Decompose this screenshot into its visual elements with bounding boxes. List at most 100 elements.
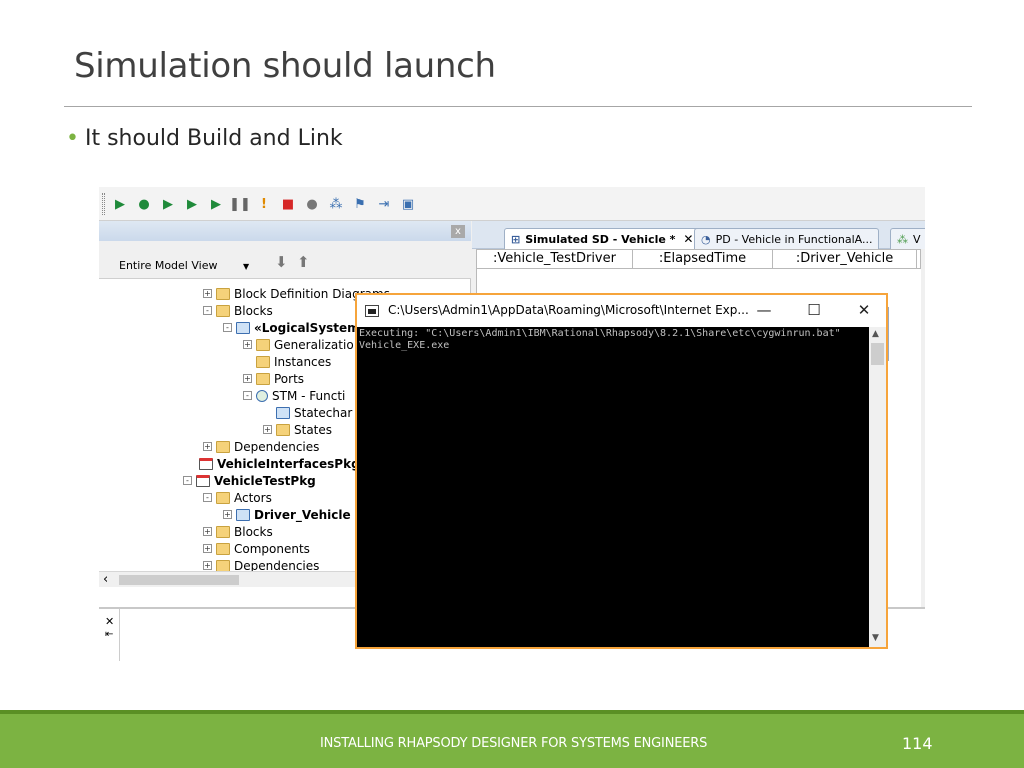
maximize-button[interactable]: ☐ — [799, 299, 829, 321]
footer-divider — [0, 710, 1024, 714]
lifeline-elapsed-time[interactable]: :ElapsedTime — [633, 250, 773, 268]
browser-view-bar: Entire Model View ▼ ⬇ ⬆ — [99, 241, 471, 279]
diagram-icon: ⁂ — [897, 232, 908, 246]
tree-item-label: Driver_Vehicle — [254, 507, 351, 522]
tree-item[interactable]: + Blocks — [203, 523, 273, 540]
expander[interactable]: - — [203, 306, 212, 315]
tree-item[interactable]: + Components — [203, 540, 310, 557]
arrow-down-icon[interactable]: ⬇ — [275, 253, 288, 271]
chevron-down-icon[interactable]: ▼ — [243, 262, 249, 271]
tree-item[interactable]: - STM - Functi — [243, 387, 345, 404]
close-icon[interactable]: x — [451, 225, 465, 238]
close-button[interactable]: ✕ — [849, 299, 879, 321]
vertical-scrollbar[interactable]: ▲ ▼ — [869, 327, 886, 647]
tree-item[interactable]: + Ports — [243, 370, 304, 387]
expander[interactable]: - — [183, 476, 192, 485]
minimize-button[interactable]: — — [749, 299, 779, 321]
statechart-icon — [256, 389, 268, 402]
tab-third[interactable]: ⁂ V — [890, 228, 925, 249]
watch-icon[interactable]: ⇥ — [375, 195, 393, 213]
console-window: C:\Users\Admin1\AppData\Roaming\Microsof… — [355, 293, 888, 649]
scroll-thumb[interactable] — [119, 575, 239, 585]
tab-panel-diagram[interactable]: ◔ PD - Vehicle in FunctionalA... — [694, 228, 880, 249]
expander[interactable]: + — [203, 544, 212, 553]
slide-footer: INSTALLING RHAPSODY DESIGNER FOR SYSTEMS… — [0, 710, 1024, 768]
tree-item[interactable]: Instances — [256, 353, 331, 370]
console-title: C:\Users\Admin1\AppData\Roaming\Microsof… — [388, 303, 749, 317]
lifeline-vehicle-testdriver[interactable]: :Vehicle_TestDriver — [477, 250, 633, 268]
expander[interactable]: - — [223, 323, 232, 332]
event-generator-icon[interactable]: ⁂ — [327, 195, 345, 213]
folder-icon — [216, 525, 230, 538]
folder-icon — [256, 355, 270, 368]
go-event-icon[interactable]: ▶ — [207, 195, 225, 213]
panel-divider — [119, 609, 120, 661]
folder-icon — [216, 559, 230, 571]
console-titlebar[interactable]: C:\Users\Admin1\AppData\Roaming\Microsof… — [357, 295, 886, 327]
expander[interactable]: - — [243, 391, 252, 400]
arrow-up-icon[interactable]: ⬆ — [297, 253, 310, 271]
tree-item[interactable]: Statechar — [276, 404, 352, 421]
call-operations-icon[interactable]: ⚑ — [351, 195, 369, 213]
tree-item[interactable]: - Actors — [203, 489, 272, 506]
expander[interactable]: + — [243, 340, 252, 349]
tree-item[interactable]: - «LogicalSystem — [223, 319, 360, 336]
sequence-diagram-icon: ⊞ — [511, 232, 521, 246]
go-icon[interactable]: ● — [135, 195, 153, 213]
close-icon[interactable]: ✕ — [105, 615, 114, 628]
tab-label: Simulated SD - Vehicle * — [525, 232, 676, 246]
bullet-text: It should Build and Link — [84, 126, 343, 151]
tree-item-label: Components — [234, 541, 310, 556]
package-icon — [196, 474, 210, 487]
expander[interactable]: + — [263, 425, 272, 434]
tree-item[interactable]: + Dependencies — [203, 557, 319, 571]
expander[interactable]: + — [223, 510, 232, 519]
tree-item-label: VehicleTestPkg — [214, 473, 316, 488]
tree-item-label: Instances — [274, 354, 332, 369]
tree-item-label: Generalizatio — [274, 337, 354, 352]
tree-item[interactable]: + Driver_Vehicle — [223, 506, 351, 523]
expander[interactable]: + — [243, 374, 252, 383]
browser-header: x — [99, 221, 471, 241]
command-prompt-icon[interactable]: ! — [255, 195, 273, 213]
expander[interactable]: + — [203, 289, 212, 298]
folder-icon — [216, 304, 230, 317]
animation-breakpoints-icon[interactable]: ● — [303, 195, 321, 213]
folder-icon — [216, 440, 230, 453]
chevron-up-icon[interactable]: ▲ — [872, 329, 879, 339]
expander[interactable]: - — [203, 493, 212, 502]
folder-icon — [216, 287, 230, 300]
tree-item-label: Ports — [274, 371, 305, 386]
pause-icon[interactable]: ❚❚ — [229, 195, 251, 213]
view-selector[interactable]: Entire Model View — [103, 257, 255, 275]
run-to-end-icon[interactable]: ▶︎ — [111, 195, 129, 213]
console-line: Vehicle_EXE.exe — [359, 340, 450, 351]
tree-item-label: Dependencies — [234, 558, 320, 572]
thread-view-icon[interactable]: ▣ — [399, 195, 417, 213]
close-icon[interactable]: ✕ — [683, 232, 693, 246]
editor-tabs: ⊞ Simulated SD - Vehicle * ✕ ◔ PD - Vehicle… — [472, 221, 925, 249]
toolbar-grip[interactable] — [102, 193, 105, 215]
console-output[interactable]: Executing: "C:\Users\Admin1\IBM\Rational… — [357, 327, 869, 647]
pin-icon[interactable]: ⇤ — [105, 629, 113, 640]
tree-item[interactable]: + Dependencies — [203, 438, 319, 455]
tab-simulated-sd[interactable]: ⊞ Simulated SD - Vehicle * ✕ — [504, 228, 701, 249]
scroll-thumb[interactable] — [871, 343, 884, 365]
tree-item[interactable]: + States — [263, 421, 332, 438]
tree-item[interactable]: + Generalizatio — [243, 336, 354, 353]
chevron-down-icon[interactable]: ▼ — [872, 633, 879, 643]
stop-icon[interactable]: ■ — [279, 195, 297, 213]
go-step-icon[interactable]: ▶ — [159, 195, 177, 213]
tab-label: V — [913, 232, 921, 246]
tree-item-label: Dependencies — [234, 439, 320, 454]
expander[interactable]: + — [203, 442, 212, 451]
expander[interactable]: + — [203, 561, 212, 570]
tree-item[interactable]: - Blocks — [203, 302, 273, 319]
tree-item[interactable]: VehicleInterfacesPkg — [199, 455, 360, 472]
tree-item[interactable]: - VehicleTestPkg — [183, 472, 316, 489]
tree-item-label: States — [294, 422, 333, 437]
expander[interactable]: + — [203, 527, 212, 536]
chevron-left-icon[interactable]: ‹ — [103, 572, 108, 588]
go-idle-icon[interactable]: ▶ — [183, 195, 201, 213]
lifeline-driver-vehicle[interactable]: :Driver_Vehicle — [773, 250, 917, 268]
